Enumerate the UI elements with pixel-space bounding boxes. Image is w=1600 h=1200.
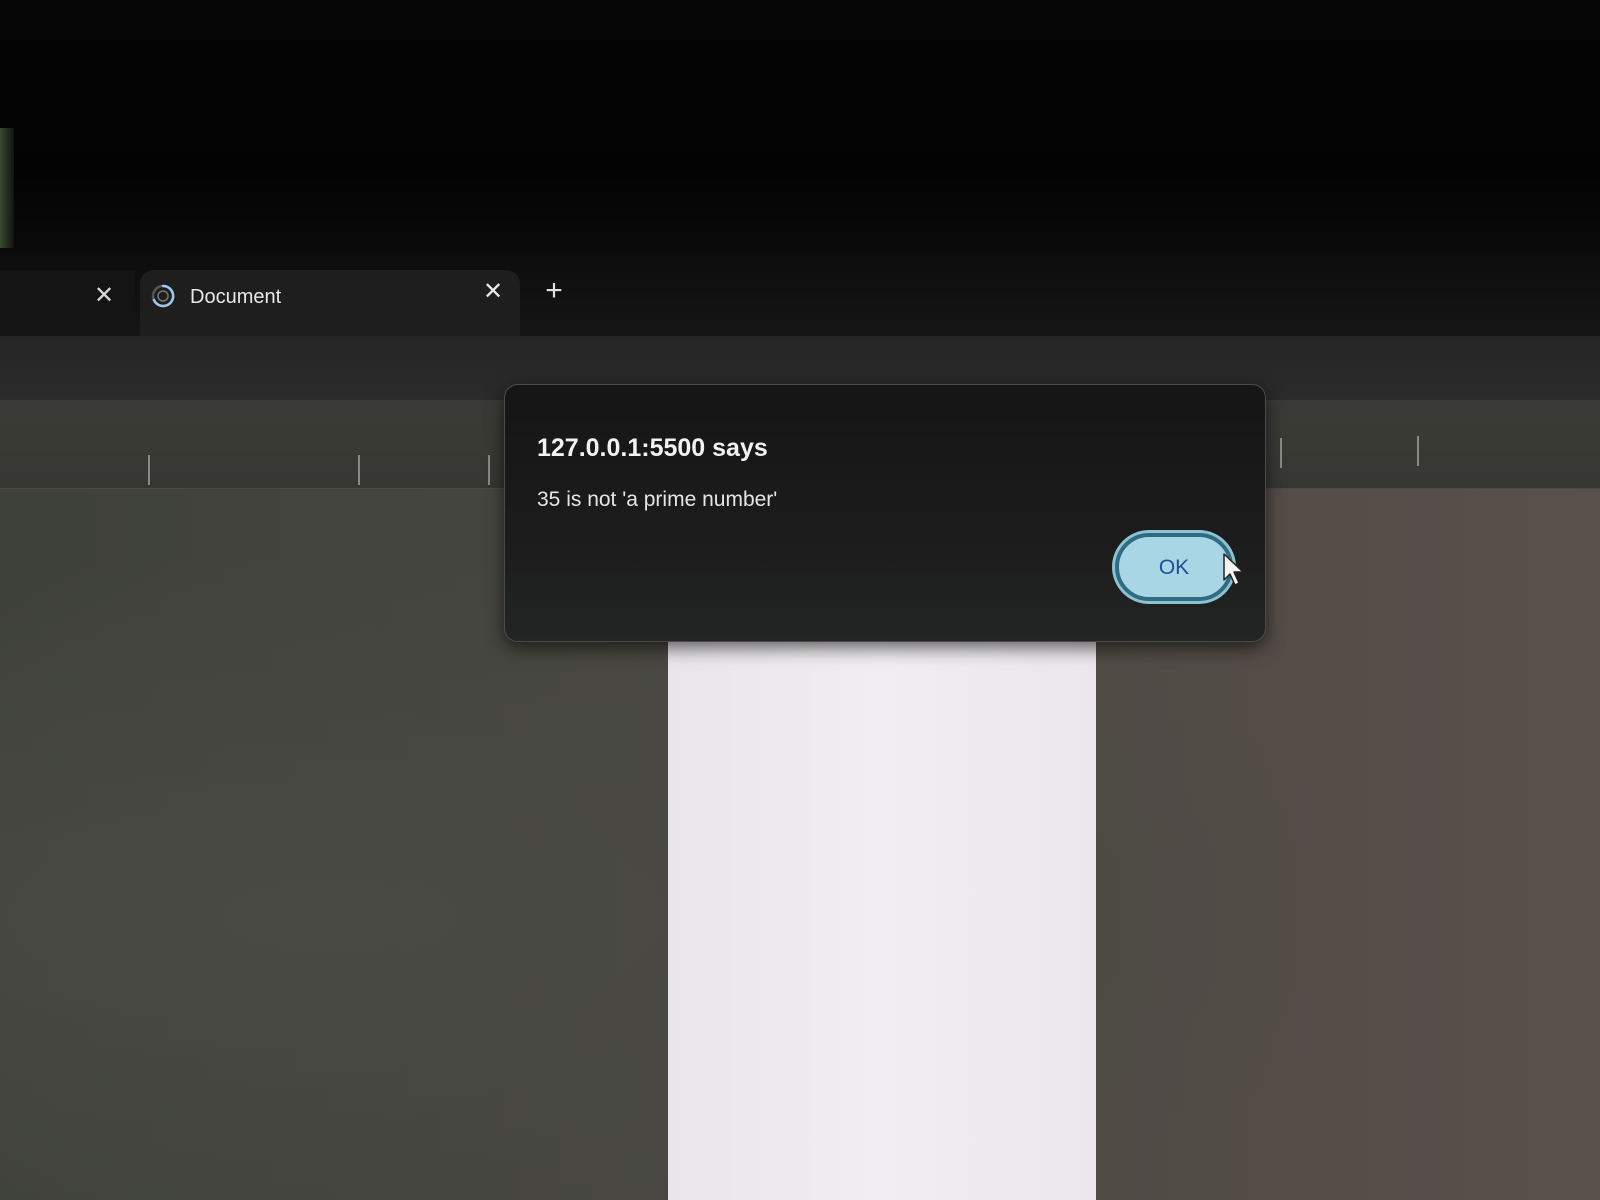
monitor-screen: ✕ Document ✕ + 127.0.0.1:5500 says 35 is… bbox=[0, 0, 1600, 1200]
alert-message: 35 is not 'a prime number' bbox=[537, 488, 778, 511]
bookmark-divider bbox=[1417, 436, 1419, 466]
alert-title: 127.0.0.1:5500 says bbox=[537, 434, 768, 462]
loading-spinner-icon bbox=[151, 284, 175, 308]
close-icon[interactable]: ✕ bbox=[92, 284, 116, 308]
monitor-bezel bbox=[0, 0, 1600, 255]
close-icon[interactable]: ✕ bbox=[481, 280, 505, 304]
bezel-edge bbox=[0, 128, 14, 248]
bookmark-divider bbox=[358, 455, 360, 485]
page-white-panel bbox=[668, 640, 1096, 1200]
alert-dialog: 127.0.0.1:5500 says 35 is not 'a prime n… bbox=[504, 384, 1266, 642]
ok-button[interactable]: OK bbox=[1115, 533, 1233, 601]
bookmark-divider bbox=[1280, 438, 1282, 468]
mouse-pointer-icon bbox=[1223, 553, 1244, 586]
bookmark-divider bbox=[148, 455, 150, 485]
bookmark-divider bbox=[488, 455, 490, 485]
new-tab-button[interactable]: + bbox=[540, 276, 568, 306]
tab-title: Document bbox=[190, 286, 282, 308]
